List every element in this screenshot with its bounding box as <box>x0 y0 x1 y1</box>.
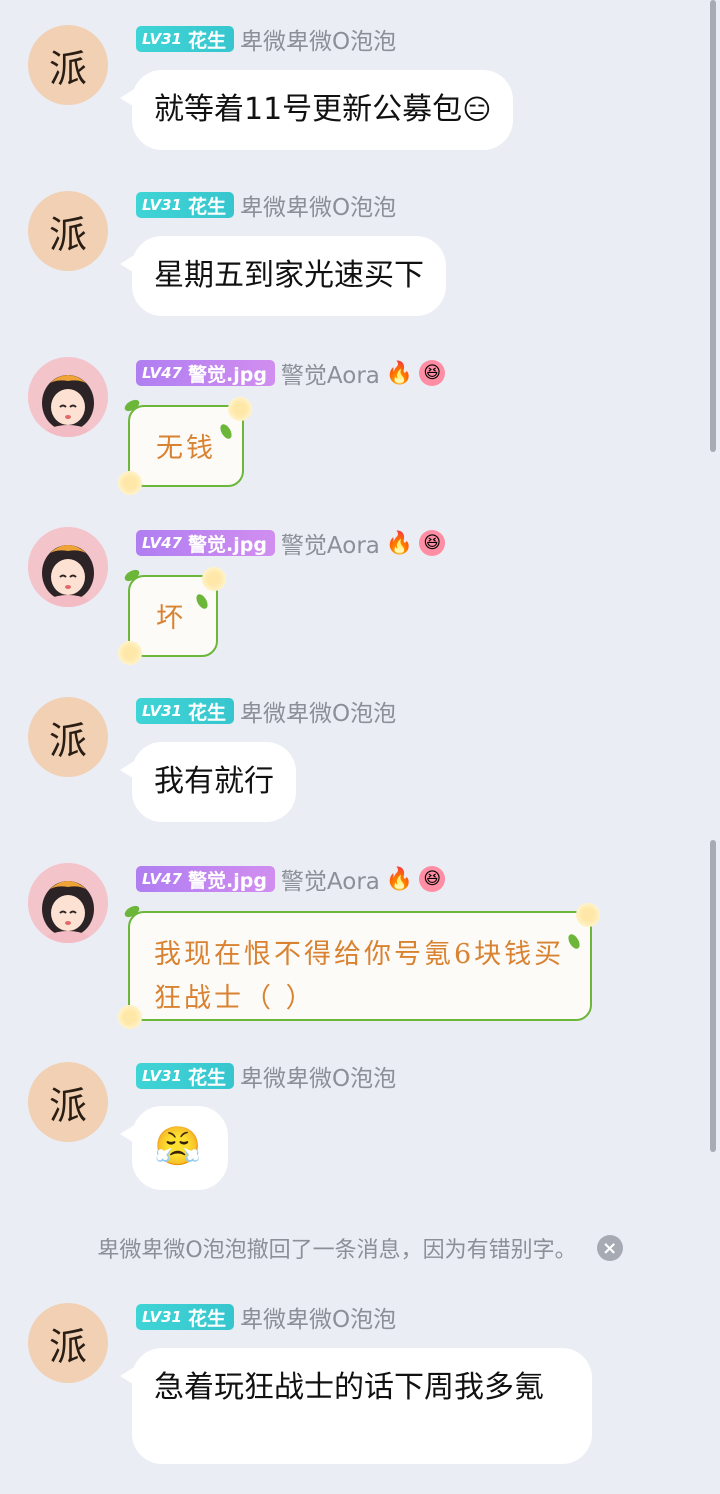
leaf-icon <box>218 422 234 441</box>
sender-info: LV31 花生 卑微卑微O泡泡 <box>136 188 396 222</box>
level-badge: LV47 警觉.jpg <box>136 360 275 386</box>
level-badge: LV31 花生 <box>136 192 234 218</box>
avatar[interactable] <box>28 863 108 943</box>
sender-info: LV31 花生 卑微卑微O泡泡 <box>136 22 396 56</box>
sender-nickname[interactable]: 卑微卑微O泡泡 <box>240 694 396 728</box>
fire-icon: 🔥 <box>385 866 414 892</box>
leaf-icon <box>122 567 142 584</box>
level-badge: LV47 警觉.jpg <box>136 866 275 892</box>
avatar[interactable]: 派 <box>28 25 108 105</box>
smile-face-icon: 😆 <box>419 360 446 386</box>
sender-info: LV47 警觉.jpg 警觉Aora 🔥 😆 <box>136 526 446 560</box>
message-bubble[interactable]: 无钱 <box>116 395 254 497</box>
flower-icon <box>116 639 144 667</box>
message-bubble[interactable]: 坏 <box>116 565 228 667</box>
fire-icon: 🔥 <box>385 530 414 556</box>
avatar[interactable] <box>28 527 108 607</box>
sender-nickname[interactable]: 警觉Aora <box>281 526 380 560</box>
flower-icon <box>226 395 254 423</box>
sender-nickname[interactable]: 卑微卑微O泡泡 <box>240 22 396 56</box>
sender-nickname[interactable]: 警觉Aora <box>281 862 380 896</box>
fire-icon: 🔥 <box>385 360 414 386</box>
flower-icon <box>200 565 228 593</box>
message-bubble[interactable]: 我现在恨不得给你号氪6块钱买狂战士（ ） <box>116 901 602 1031</box>
sender-info: LV47 警觉.jpg 警觉Aora 🔥 😆 <box>136 356 446 390</box>
message-bubble[interactable]: 😤 <box>120 1106 228 1190</box>
flower-icon <box>574 901 602 929</box>
sender-info: LV47 警觉.jpg 警觉Aora 🔥 😆 <box>136 862 446 896</box>
level-badge: LV31 花生 <box>136 698 234 724</box>
level-badge: LV47 警觉.jpg <box>136 530 275 556</box>
level-badge: LV31 花生 <box>136 1063 234 1089</box>
leaf-icon <box>566 932 582 951</box>
avatar[interactable] <box>28 357 108 437</box>
scrollbar[interactable] <box>710 840 716 1152</box>
avatar[interactable]: 派 <box>28 191 108 271</box>
sender-nickname[interactable]: 警觉Aora <box>281 356 380 390</box>
sender-info: LV31 花生 卑微卑微O泡泡 <box>136 1059 396 1093</box>
sender-info: LV31 花生 卑微卑微O泡泡 <box>136 1300 396 1334</box>
leaf-icon <box>122 903 142 920</box>
sender-nickname[interactable]: 卑微卑微O泡泡 <box>240 1059 396 1093</box>
level-badge: LV31 花生 <box>136 26 234 52</box>
anime-girl-avatar-icon <box>28 357 108 437</box>
leaf-icon <box>122 397 142 414</box>
close-icon[interactable]: × <box>596 1235 623 1261</box>
anime-girl-avatar-icon <box>28 527 108 607</box>
scrollbar[interactable] <box>710 0 716 452</box>
leaf-icon <box>194 592 210 611</box>
sender-info: LV31 花生 卑微卑微O泡泡 <box>136 694 396 728</box>
smile-face-icon: 😆 <box>419 866 446 892</box>
anime-girl-avatar-icon <box>28 863 108 943</box>
recall-notice: 卑微卑微O泡泡撤回了一条消息，因为有错别字。 × <box>0 1232 720 1264</box>
flower-icon <box>116 1003 144 1031</box>
avatar[interactable]: 派 <box>28 697 108 777</box>
message-bubble[interactable]: 星期五到家光速买下 <box>120 236 446 316</box>
message-bubble[interactable]: 就等着11号更新公募包😑 <box>119 70 514 150</box>
message-bubble[interactable]: 急着玩狂战士的话下周我多氪 <box>120 1348 592 1464</box>
sender-nickname[interactable]: 卑微卑微O泡泡 <box>240 1300 396 1334</box>
flower-icon <box>116 469 144 497</box>
level-badge: LV31 花生 <box>136 1304 234 1330</box>
frustrated-face-icon: 😤 <box>154 1124 202 1168</box>
sleepy-face-icon: 😑 <box>462 93 492 126</box>
avatar[interactable]: 派 <box>28 1303 108 1383</box>
avatar[interactable]: 派 <box>28 1062 108 1142</box>
message-bubble[interactable]: 我有就行 <box>120 742 296 822</box>
sender-nickname[interactable]: 卑微卑微O泡泡 <box>240 188 396 222</box>
smile-face-icon: 😆 <box>419 530 446 556</box>
